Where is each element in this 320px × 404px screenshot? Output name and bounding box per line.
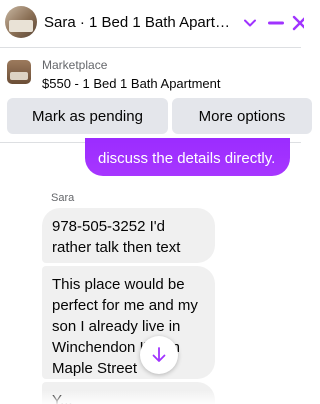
- chat-header: Sara · 1 Bed 1 Bath Apartment: [0, 0, 304, 48]
- bottom-fade: [0, 390, 301, 404]
- listing-title: $550 - 1 Bed 1 Bath Apartment: [42, 76, 221, 91]
- chat-title[interactable]: Sara · 1 Bed 1 Bath Apartment: [44, 13, 240, 33]
- incoming-message[interactable]: 978-505-3252 I'd rather talk then text: [42, 208, 215, 263]
- avatar[interactable]: [5, 6, 37, 38]
- listing-actions: Mark as pending More options: [0, 98, 312, 134]
- chevron-down-icon[interactable]: [240, 12, 260, 34]
- outgoing-message[interactable]: discuss the details directly.: [85, 138, 290, 176]
- arrow-down-icon: [152, 347, 166, 362]
- minus-icon[interactable]: [266, 12, 286, 34]
- mark-as-pending-button[interactable]: Mark as pending: [7, 98, 168, 134]
- marketplace-listing[interactable]: Marketplace $550 - 1 Bed 1 Bath Apartmen…: [0, 49, 301, 95]
- sender-name: Sara: [51, 192, 75, 204]
- scroll-to-bottom-button[interactable]: [140, 336, 178, 374]
- more-options-button[interactable]: More options: [172, 98, 312, 134]
- close-icon[interactable]: [292, 12, 304, 34]
- listing-thumbnail: [7, 60, 31, 84]
- marketplace-label: Marketplace: [42, 58, 108, 72]
- incoming-message[interactable]: This place would be perfect for me and m…: [42, 266, 215, 379]
